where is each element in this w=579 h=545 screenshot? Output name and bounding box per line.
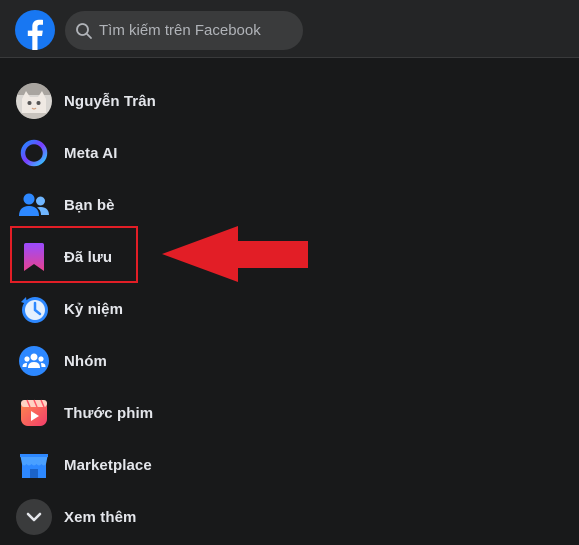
pointer-arrow [162, 226, 308, 282]
chevron-down-icon [16, 499, 52, 535]
profile-avatar [16, 83, 52, 119]
sidebar-item-label: Thước phim [64, 404, 154, 422]
friends-icon [16, 187, 52, 223]
sidebar-item-memories[interactable]: Kỷ niệm [8, 283, 308, 335]
sidebar-item-profile[interactable]: Nguyễn Trân [8, 75, 308, 127]
sidebar-item-meta-ai[interactable]: Meta AI [8, 127, 308, 179]
search-icon [76, 23, 92, 39]
sidebar-item-label: Kỷ niệm [64, 300, 124, 318]
sidebar-item-marketplace[interactable]: Marketplace [8, 439, 308, 491]
sidebar-item-label: Marketplace [64, 456, 152, 474]
meta-ai-ring-icon [16, 135, 52, 171]
sidebar-item-groups[interactable]: Nhóm [8, 335, 308, 387]
saved-highlight-box [10, 226, 138, 283]
groups-icon [16, 343, 52, 379]
sidebar-item-label: Xem thêm [64, 508, 137, 526]
sidebar-item-label: Nhóm [64, 352, 107, 370]
facebook-logo-icon[interactable] [15, 10, 55, 50]
search-box[interactable] [65, 11, 303, 50]
sidebar-item-see-more[interactable]: Xem thêm [8, 491, 308, 543]
reels-icon [16, 395, 52, 431]
sidebar-item-label: Meta AI [64, 144, 118, 162]
sidebar-item-label: Bạn bè [64, 196, 115, 214]
sidebar-item-reels[interactable]: Thước phim [8, 387, 308, 439]
search-input[interactable] [99, 11, 295, 50]
marketplace-icon [16, 447, 52, 483]
memories-clock-icon [16, 291, 52, 327]
top-bar [0, 0, 579, 58]
sidebar-item-label: Nguyễn Trân [64, 92, 156, 110]
